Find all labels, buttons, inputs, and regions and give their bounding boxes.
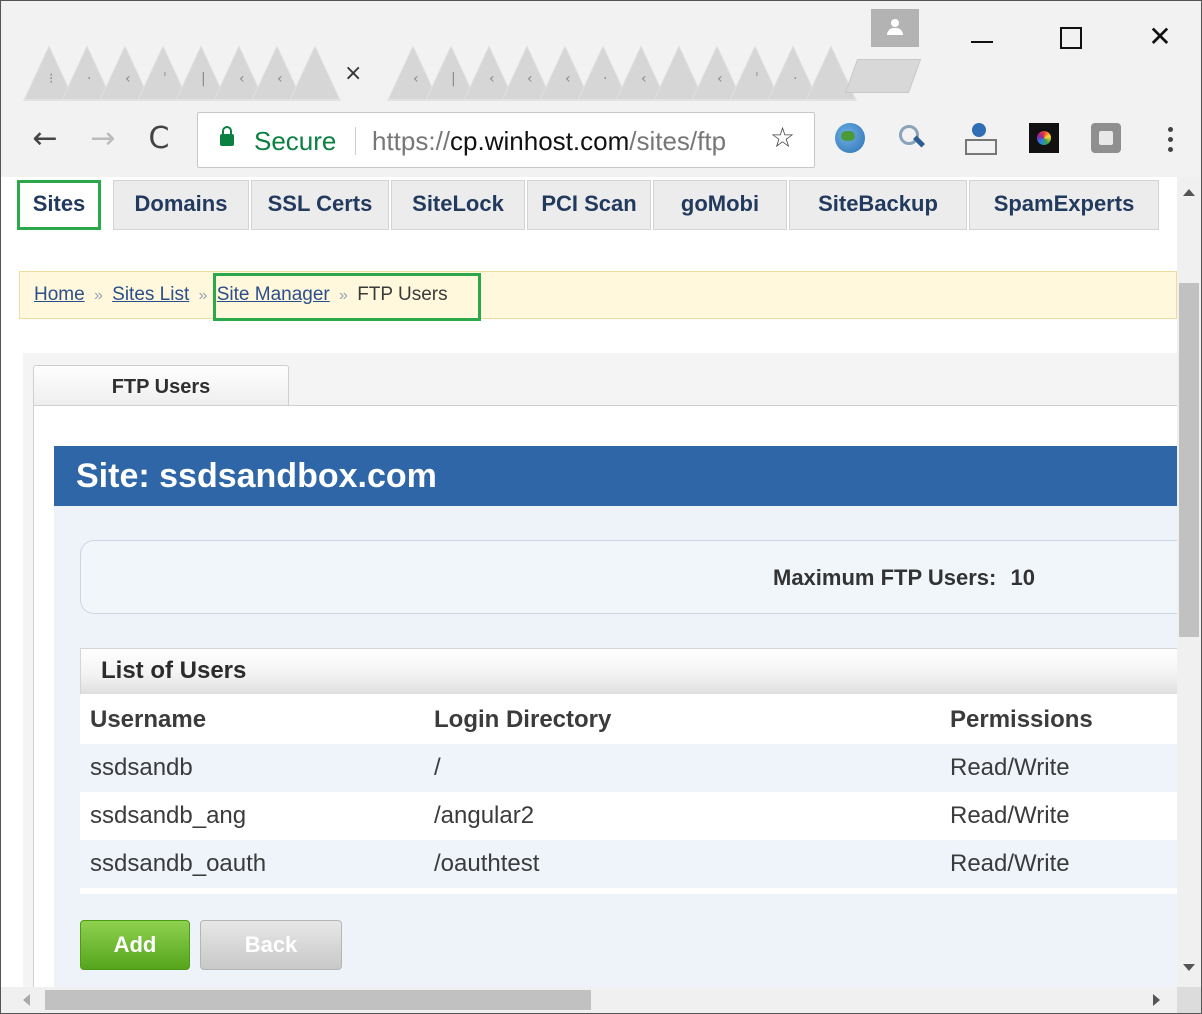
back-arrow-icon[interactable]: ← bbox=[27, 121, 63, 157]
table-header-row: Username Login Directory Permissions bbox=[80, 696, 1177, 744]
page-viewport: Sites Domains SSL Certs SiteLock PCI Sca… bbox=[1, 177, 1177, 987]
tab-gomobi[interactable]: goMobi bbox=[653, 180, 787, 230]
person-icon[interactable] bbox=[963, 123, 997, 155]
max-users-box: Maximum FTP Users: 10 bbox=[80, 540, 1177, 614]
breadcrumb: Home » Sites List » Site Manager » FTP U… bbox=[19, 271, 1177, 319]
breadcrumb-separator: » bbox=[93, 287, 103, 304]
breadcrumb-home-link[interactable]: Home bbox=[34, 284, 85, 305]
tab-strip: ⁝ · ‹ ˈ | ‹ ‹ ‹ | ‹ ‹ ‹ · ‹ ‹ ˈ · × ✕ bbox=[1, 1, 1201, 103]
table-row[interactable]: ssdsandb_oauth /oauthtest Read/Write bbox=[80, 840, 1177, 888]
users-list: List of Users Username Login Directory P… bbox=[80, 648, 1177, 894]
tab-favicon-icon: ‹ bbox=[239, 71, 245, 87]
tab-favicon-icon: | bbox=[451, 71, 456, 87]
breadcrumb-separator: » bbox=[198, 287, 208, 304]
tab-favicon-icon: ‹ bbox=[125, 71, 131, 87]
tab-favicon-icon: ⁝ bbox=[49, 71, 54, 87]
column-header-permissions: Permissions bbox=[940, 696, 1177, 744]
scroll-right-arrow-icon[interactable] bbox=[1153, 994, 1160, 1006]
breadcrumb-highlight-box bbox=[213, 273, 481, 321]
tab-favicon-icon: ˈ bbox=[163, 71, 167, 87]
site-title: Site: ssdsandbox.com bbox=[54, 446, 1177, 506]
scroll-up-arrow-icon[interactable] bbox=[1183, 189, 1195, 196]
tab-pci-scan[interactable]: PCI Scan bbox=[527, 180, 651, 230]
back-button[interactable]: Back bbox=[200, 920, 342, 970]
scrollbar-corner bbox=[1177, 987, 1201, 1013]
tab-favicon-icon: ‹ bbox=[489, 71, 495, 87]
tab-favicon-icon: ‹ bbox=[641, 71, 647, 87]
tab-spamexperts[interactable]: SpamExperts bbox=[969, 180, 1159, 230]
permissions-cell: Read/Write bbox=[940, 792, 1177, 840]
browser-toolbar: ← → C Secure https://cp.winhost.com/site… bbox=[1, 103, 1201, 177]
max-users-value: 10 bbox=[1010, 565, 1035, 590]
lock-icon[interactable] bbox=[220, 126, 234, 146]
username-cell: ssdsandb_oauth bbox=[80, 840, 424, 888]
maximize-button[interactable] bbox=[1047, 17, 1093, 57]
tab-favicon-icon: ˈ bbox=[755, 71, 759, 87]
reload-icon[interactable]: C bbox=[141, 121, 177, 157]
gray-square-icon[interactable] bbox=[1091, 123, 1121, 153]
tab-domains[interactable]: Domains bbox=[113, 180, 249, 230]
permissions-cell: Read/Write bbox=[940, 840, 1177, 888]
color-wheel-icon[interactable] bbox=[1029, 123, 1059, 153]
users-table: Username Login Directory Permissions ssd… bbox=[80, 696, 1177, 888]
address-bar[interactable]: Secure https://cp.winhost.com/sites/ftp … bbox=[197, 112, 815, 168]
username-cell: ssdsandb bbox=[80, 744, 424, 792]
table-row[interactable]: ssdsandb_ang /angular2 Read/Write bbox=[80, 792, 1177, 840]
tab-favicon-icon: | bbox=[201, 71, 206, 87]
breadcrumb-sites-list-link[interactable]: Sites List bbox=[112, 284, 189, 305]
column-header-login-directory: Login Directory bbox=[424, 696, 940, 744]
window-close-button[interactable]: ✕ bbox=[1137, 17, 1183, 57]
scroll-left-arrow-icon[interactable] bbox=[23, 994, 30, 1006]
profile-button[interactable] bbox=[871, 9, 919, 47]
search-icon[interactable] bbox=[897, 123, 927, 153]
vertical-scroll-thumb[interactable] bbox=[1179, 283, 1199, 637]
tab-sitebackup[interactable]: SiteBackup bbox=[789, 180, 967, 230]
column-header-username: Username bbox=[80, 696, 424, 744]
site-body: Maximum FTP Users: 10 List of Users User… bbox=[54, 506, 1177, 987]
divider bbox=[355, 127, 356, 155]
forward-arrow-icon[interactable]: → bbox=[85, 121, 121, 157]
new-tab-button[interactable] bbox=[844, 59, 922, 93]
ftp-users-panel: Site: ssdsandbox.com Maximum FTP Users: … bbox=[33, 405, 1177, 987]
tab-favicon-icon: · bbox=[603, 71, 608, 87]
vertical-scrollbar[interactable] bbox=[1177, 177, 1201, 987]
horizontal-scroll-thumb[interactable] bbox=[45, 990, 591, 1010]
kebab-menu-icon[interactable] bbox=[1159, 123, 1183, 157]
scroll-down-arrow-icon[interactable] bbox=[1183, 964, 1195, 971]
tab-favicon-icon: ‹ bbox=[717, 71, 723, 87]
tab-favicon-icon: · bbox=[793, 71, 798, 87]
tab-favicon-icon: ‹ bbox=[565, 71, 571, 87]
horizontal-scrollbar[interactable] bbox=[1, 987, 1177, 1013]
directory-cell: /oauthtest bbox=[424, 840, 940, 888]
table-row[interactable]: ssdsandb / Read/Write bbox=[80, 744, 1177, 792]
globe-icon[interactable] bbox=[835, 123, 865, 153]
add-button[interactable]: Add bbox=[80, 920, 190, 970]
person-icon bbox=[891, 19, 899, 27]
tab-favicon-icon: ‹ bbox=[277, 71, 283, 87]
tab-ssl-certs[interactable]: SSL Certs bbox=[251, 180, 389, 230]
username-cell: ssdsandb_ang bbox=[80, 792, 424, 840]
bookmark-star-icon[interactable]: ☆ bbox=[770, 121, 795, 154]
close-tab-icon[interactable]: × bbox=[344, 61, 362, 86]
max-users-label: Maximum FTP Users: 10 bbox=[773, 565, 1035, 590]
directory-cell: / bbox=[424, 744, 940, 792]
users-list-title: List of Users bbox=[80, 648, 1177, 694]
minimize-button[interactable] bbox=[959, 17, 1005, 57]
tab-sitelock[interactable]: SiteLock bbox=[391, 180, 525, 230]
url-text[interactable]: https://cp.winhost.com/sites/ftp bbox=[372, 126, 764, 157]
tab-favicon-icon: · bbox=[87, 71, 92, 87]
tab-sites[interactable]: Sites bbox=[17, 180, 101, 230]
tab-ftp-users[interactable]: FTP Users bbox=[33, 365, 289, 407]
tab-favicon-icon: ‹ bbox=[527, 71, 533, 87]
directory-cell: /angular2 bbox=[424, 792, 940, 840]
tab-favicon-icon: ‹ bbox=[413, 71, 419, 87]
secure-label[interactable]: Secure bbox=[254, 126, 336, 157]
content-panel: FTP Users Site: ssdsandbox.com Maximum F… bbox=[23, 353, 1177, 987]
browser-window: ⁝ · ‹ ˈ | ‹ ‹ ‹ | ‹ ‹ ‹ · ‹ ‹ ˈ · × ✕ ← … bbox=[0, 0, 1202, 1014]
permissions-cell: Read/Write bbox=[940, 744, 1177, 792]
